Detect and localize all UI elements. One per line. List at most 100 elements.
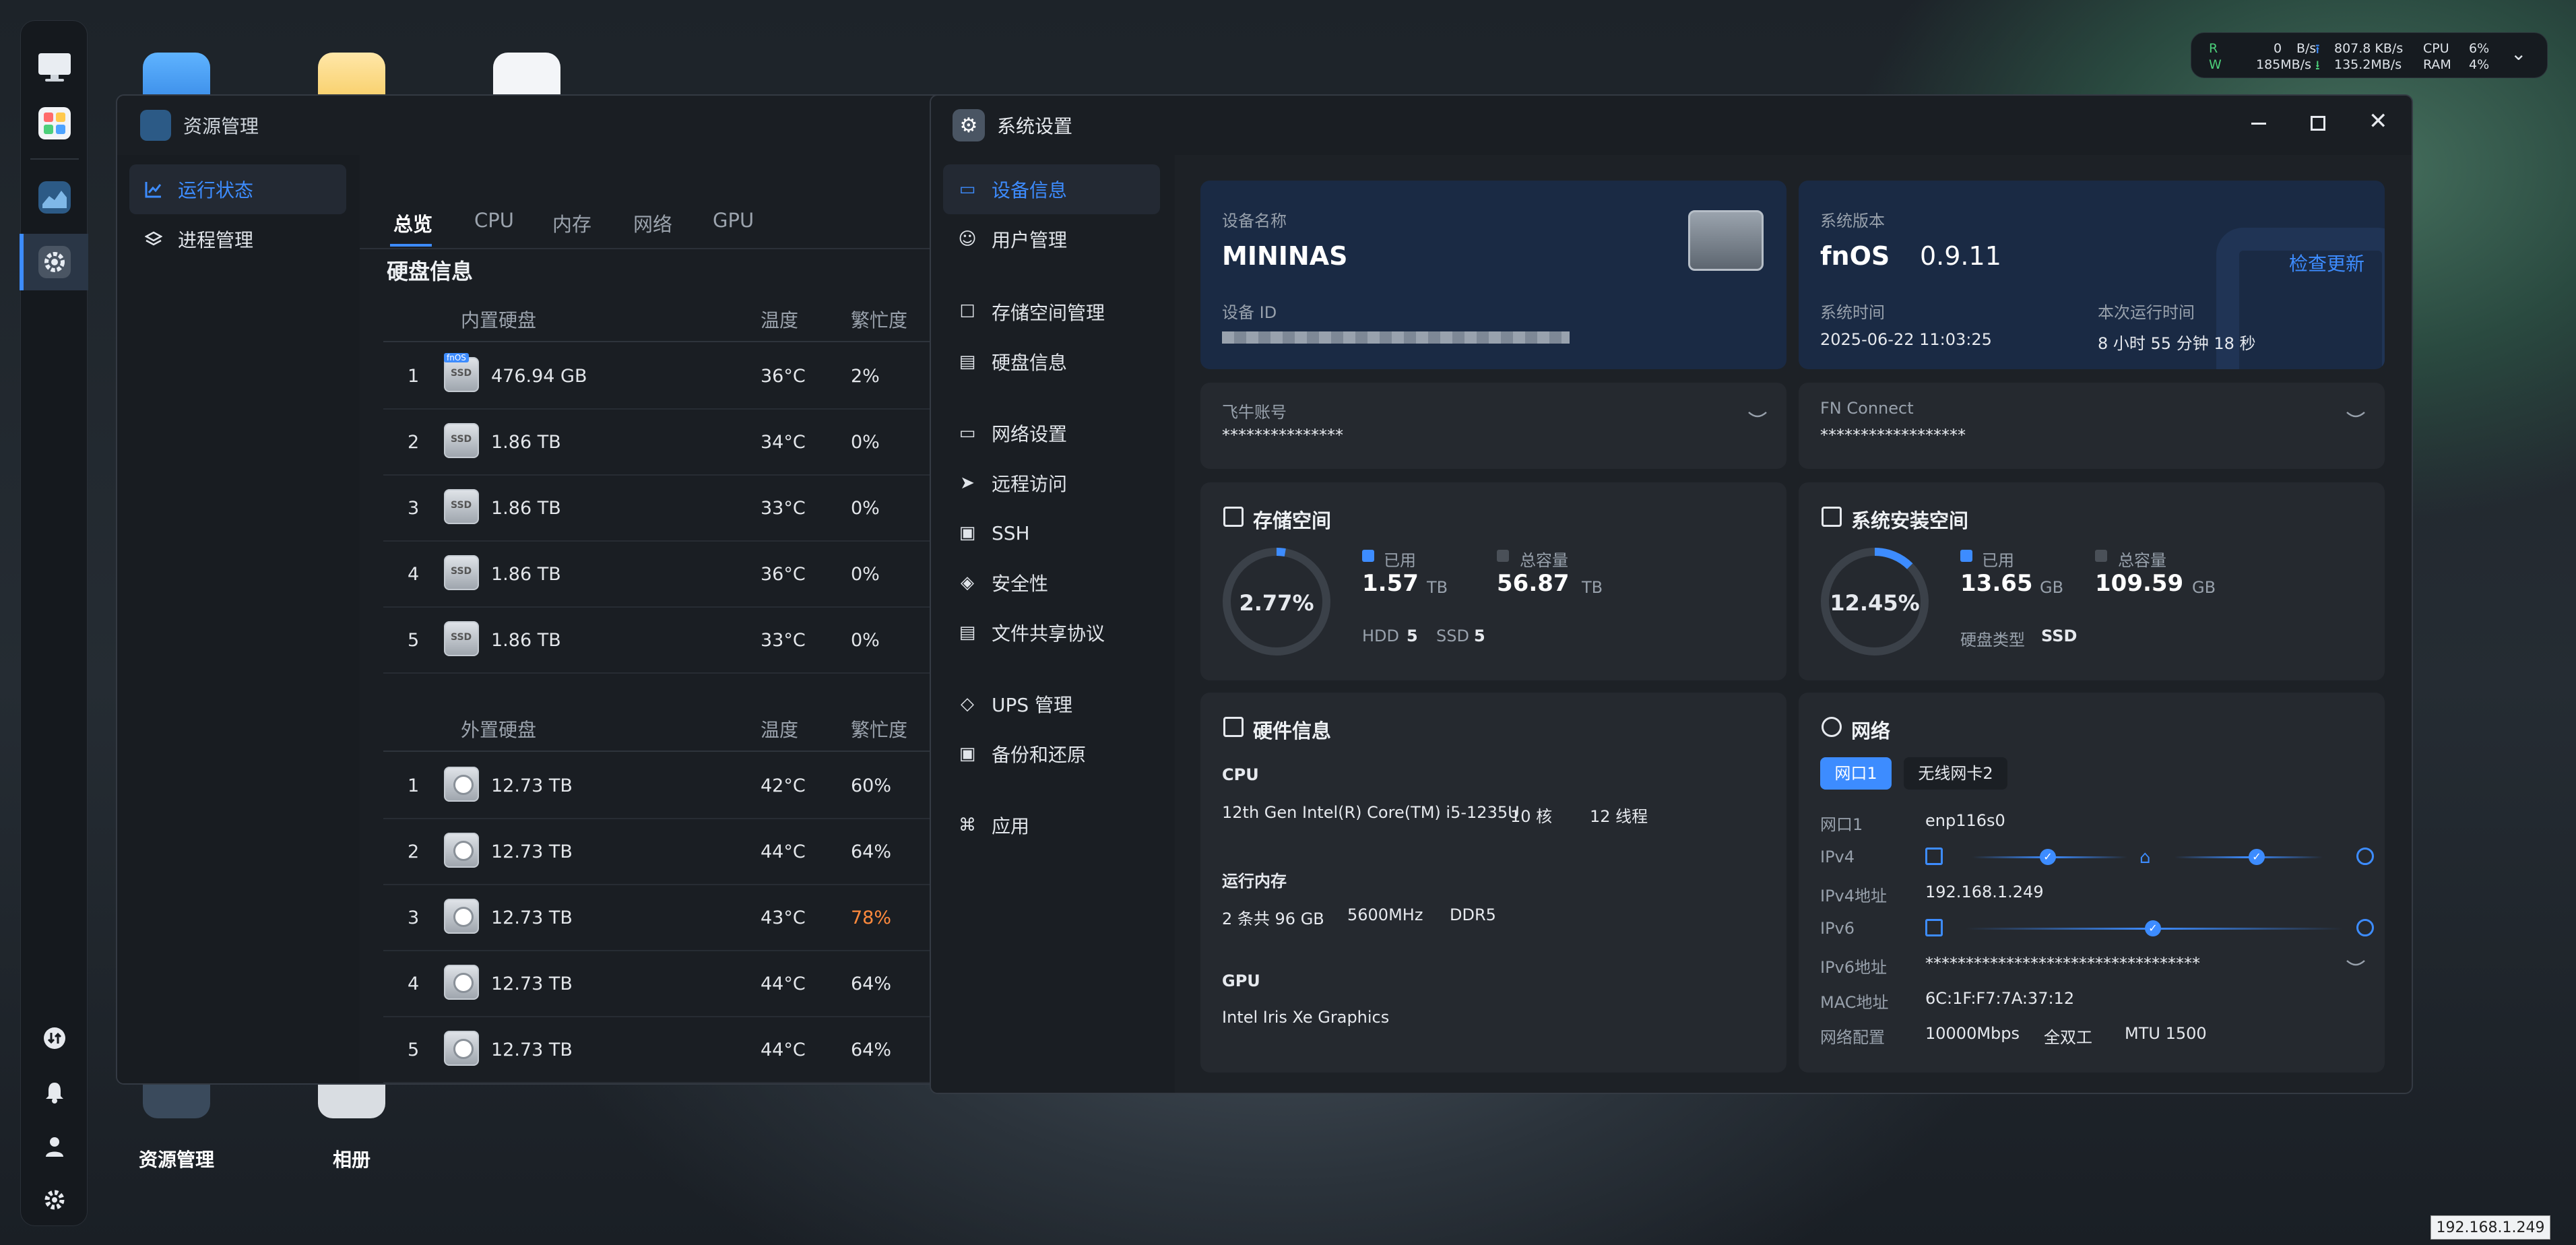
- tab-overview[interactable]: 总览: [393, 209, 432, 237]
- sidebar-item-10[interactable]: ▣ 备份和还原: [943, 729, 1160, 779]
- system-settings-window: ⚙ 系统设置 ✕ ▭ 设备信息 ☺ 用户管理 ☐ 存储空间管理 ▤ 硬盘信息 ▭ 网络设置 ➤ 远程访…: [930, 94, 2413, 1094]
- hdd-label: HDD: [1362, 627, 1400, 645]
- sidebar-item-label: 应用: [992, 815, 1030, 837]
- disk-temp: 36°C: [761, 564, 806, 585]
- sidebar-item-3[interactable]: ▤ 硬盘信息: [943, 337, 1160, 387]
- sidebar-item-0[interactable]: ▭ 设备信息: [943, 164, 1160, 214]
- table-row[interactable]: 1 fnOS 476.94 GB 36°C 2%: [383, 344, 950, 410]
- ssd-disk-icon: [444, 555, 479, 590]
- ipv4-topology: ✓ ⌂ ✓: [1925, 845, 2412, 869]
- check-update-link[interactable]: 检查更新: [2289, 249, 2364, 276]
- gear-icon[interactable]: [42, 1188, 67, 1212]
- tab-port1[interactable]: 网口1: [1820, 757, 1892, 790]
- sidebar-item-7[interactable]: ◈ 安全性: [943, 558, 1160, 608]
- tab-memory[interactable]: 内存: [552, 209, 591, 237]
- tab-network[interactable]: 网络: [633, 209, 672, 237]
- ssd-disk-icon: [444, 489, 479, 524]
- chart-icon: [144, 180, 163, 199]
- hdd-disk-icon: [444, 833, 479, 868]
- app-center-icon[interactable]: [36, 104, 73, 142]
- device-card: 设备名称 MININAS 设备 ID: [1200, 181, 1786, 369]
- window-titlebar[interactable]: 资源管理: [117, 96, 950, 155]
- bell-icon[interactable]: [42, 1080, 67, 1104]
- table-row[interactable]: 4 1.86 TB 36°C 0%: [383, 542, 950, 608]
- disk-icon: [1822, 507, 1842, 527]
- eye-hidden-icon[interactable]: [2346, 410, 2366, 422]
- system-stats-widget[interactable]: R W 0 B/s 185MB/s ⭱ ⭳ 807.8 KB/s 135.2MB…: [2191, 32, 2548, 78]
- tab-divider: [360, 248, 950, 249]
- gpu-label: GPU: [1222, 971, 1260, 990]
- eye-hidden-icon[interactable]: [2346, 958, 2366, 970]
- internet-globe-icon: [2356, 919, 2374, 936]
- globe-icon: [1822, 717, 1842, 737]
- dock: [20, 20, 88, 1226]
- sidebar-item-5[interactable]: ➤ 远程访问: [943, 458, 1160, 508]
- table-row[interactable]: 2 1.86 TB 34°C 0%: [383, 410, 950, 476]
- tab-gpu[interactable]: GPU: [713, 209, 754, 232]
- table-row[interactable]: 3 1.86 TB 33°C 0%: [383, 476, 950, 542]
- disk-busy: 0%: [851, 432, 880, 453]
- table-row[interactable]: 2 12.73 TB 44°C 64%: [383, 819, 950, 885]
- settings-sidebar: ▭ 设备信息 ☺ 用户管理 ☐ 存储空间管理 ▤ 硬盘信息 ▭ 网络设置 ➤ 远程访问 ▣ SSH ◈ 安全性…: [931, 155, 1175, 1093]
- active-indicator: [20, 234, 24, 290]
- sidebar-item-label: 备份和还原: [992, 744, 1087, 766]
- disk-type: SSD: [2041, 627, 2078, 645]
- desktop-icon-label: 相册: [332, 1149, 371, 1171]
- minimize-button[interactable]: [2251, 123, 2266, 125]
- sidebar-icon: ☐: [959, 302, 975, 322]
- sidebar-item-6[interactable]: ▣ SSH: [943, 508, 1160, 558]
- sidebar-item-4[interactable]: ▭ 网络设置: [943, 408, 1160, 458]
- sidebar-item-label: 硬盘信息: [992, 352, 1068, 374]
- eye-hidden-icon[interactable]: [1747, 410, 1768, 422]
- cpu-cores: 10 核: [1510, 807, 1553, 826]
- sidebar-item-label: 存储空间管理: [992, 302, 1105, 324]
- disk-busy: 60%: [851, 775, 892, 796]
- section-title: 硬盘信息: [387, 259, 474, 284]
- sidebar-item-8[interactable]: ▤ 文件共享协议: [943, 608, 1160, 658]
- maximize-button[interactable]: [2311, 116, 2325, 131]
- transfer-icon[interactable]: [42, 1026, 67, 1050]
- tab-wireless2[interactable]: 无线网卡2: [1904, 757, 2007, 790]
- chevron-down-icon[interactable]: ⌄: [2511, 42, 2526, 65]
- os-version: 0.9.11: [1920, 241, 2001, 271]
- sidebar-icon: ▤: [959, 622, 976, 643]
- resource-monitor-icon[interactable]: [36, 179, 73, 216]
- account-card: 飞牛账号 ***************: [1200, 383, 1786, 469]
- close-button[interactable]: ✕: [2369, 108, 2388, 135]
- tab-cpu[interactable]: CPU: [474, 209, 514, 232]
- sidebar-icon: ▤: [959, 352, 976, 372]
- sidebar-item-1[interactable]: ☺ 用户管理: [943, 214, 1160, 264]
- sidebar-icon: ⌘: [959, 815, 976, 835]
- disk-size: 1.86 TB: [491, 564, 561, 585]
- sidebar-item-2[interactable]: ☐ 存储空间管理: [943, 287, 1160, 337]
- desktop-icon[interactable]: [36, 48, 73, 86]
- sidebar-item-status[interactable]: 运行状态: [129, 164, 346, 214]
- ssd-disk-icon: [444, 621, 479, 656]
- nas-icon: [1925, 848, 1943, 865]
- settings-app-icon[interactable]: [36, 243, 73, 281]
- sidebar-item-process[interactable]: 进程管理: [129, 214, 346, 264]
- row-index: 1: [408, 366, 420, 387]
- legend-used-swatch: [1960, 550, 1972, 562]
- table-row[interactable]: 4 12.73 TB 44°C 64%: [383, 951, 950, 1017]
- window-titlebar[interactable]: ⚙ 系统设置 ✕: [931, 96, 2412, 155]
- table-row[interactable]: 5 12.73 TB 44°C 64%: [383, 1017, 950, 1083]
- uptime: 8 小时 55 分钟 18 秒: [2098, 334, 2256, 353]
- tab-active-underline: [390, 244, 432, 247]
- sidebar-item-11[interactable]: ⌘ 应用: [943, 800, 1160, 850]
- system-time-label: 系统时间: [1820, 303, 1885, 322]
- column-header: 繁忙度: [851, 309, 908, 331]
- sidebar-item-9[interactable]: ◇ UPS 管理: [943, 679, 1160, 729]
- disk-size: 1.86 TB: [491, 630, 561, 651]
- ssd-disk-icon: [444, 423, 479, 458]
- table-row[interactable]: 5 1.86 TB 33°C 0%: [383, 608, 950, 674]
- account-value: ***************: [1222, 426, 1343, 445]
- router-icon: ⌂: [2139, 848, 2151, 868]
- disk-temp: 36°C: [761, 366, 806, 387]
- disk-temp: 44°C: [761, 841, 806, 862]
- table-row[interactable]: 3 12.73 TB 43°C 78%: [383, 885, 950, 951]
- table-row[interactable]: 1 12.73 TB 42°C 60%: [383, 753, 950, 819]
- system-disk-card: 系统安装空间 12.45% 已用 13.65 GB 总容量 109.59 GB …: [1799, 482, 2385, 680]
- user-icon[interactable]: [42, 1134, 67, 1158]
- ipv6-label: IPv6: [1820, 919, 1855, 938]
